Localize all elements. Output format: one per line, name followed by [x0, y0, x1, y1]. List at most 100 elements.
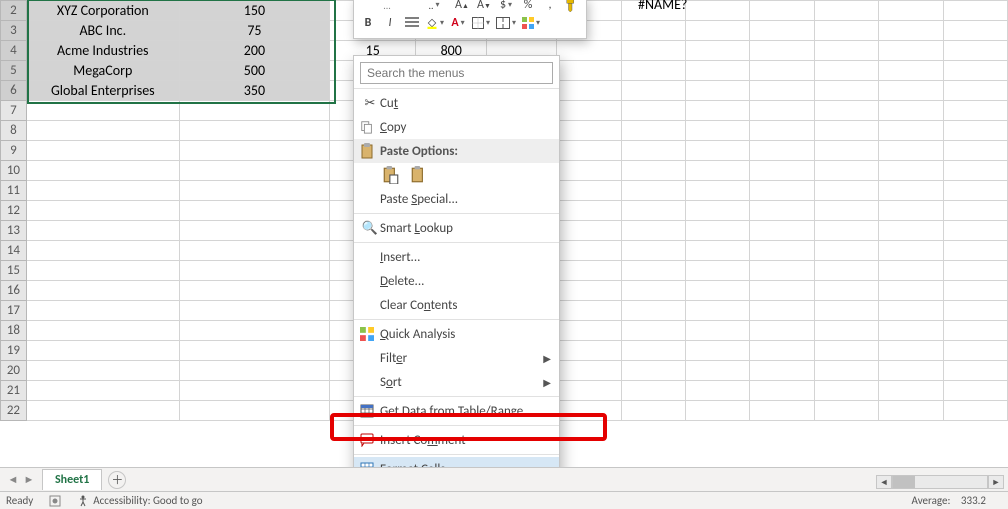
cell[interactable]: Acme Industries — [26, 41, 179, 61]
cell[interactable] — [621, 401, 685, 421]
menu-insert[interactable]: Insert... — [354, 245, 559, 269]
cell[interactable] — [750, 341, 814, 361]
cell[interactable] — [750, 81, 814, 101]
cell[interactable] — [943, 401, 1007, 421]
row-header[interactable]: 6 — [1, 81, 27, 101]
scroll-right-icon[interactable]: ► — [988, 475, 1004, 489]
cell[interactable] — [879, 241, 943, 261]
cell[interactable] — [557, 401, 621, 421]
cell[interactable] — [26, 401, 179, 421]
cell[interactable] — [621, 241, 685, 261]
cell[interactable] — [814, 341, 878, 361]
cell[interactable] — [686, 361, 750, 381]
row-header[interactable]: 12 — [1, 201, 27, 221]
cell[interactable] — [943, 341, 1007, 361]
cell[interactable]: MegaCorp — [26, 61, 179, 81]
row-header[interactable]: 21 — [1, 381, 27, 401]
cell[interactable] — [814, 321, 878, 341]
cell[interactable] — [26, 381, 179, 401]
cell[interactable] — [879, 101, 943, 121]
cell[interactable] — [750, 401, 814, 421]
cell[interactable] — [686, 241, 750, 261]
cell[interactable] — [879, 121, 943, 141]
cell[interactable] — [557, 381, 621, 401]
cell[interactable] — [814, 101, 878, 121]
cell[interactable] — [621, 81, 685, 101]
cell[interactable] — [943, 261, 1007, 281]
row-header[interactable]: 16 — [1, 281, 27, 301]
cell[interactable] — [179, 101, 329, 121]
menu-sort[interactable]: Sort ▶ — [354, 370, 559, 394]
cell[interactable] — [621, 281, 685, 301]
cell[interactable] — [557, 321, 621, 341]
cell[interactable] — [686, 261, 750, 281]
cell[interactable] — [621, 41, 685, 61]
cell[interactable] — [621, 21, 685, 41]
cell[interactable] — [557, 201, 621, 221]
menu-clear-contents[interactable]: Clear Contents — [354, 293, 559, 317]
cell[interactable] — [621, 341, 685, 361]
cell[interactable] — [26, 281, 179, 301]
cell[interactable] — [943, 201, 1007, 221]
accounting-format-icon[interactable]: $ — [498, 0, 514, 14]
bold-button[interactable]: B — [360, 14, 376, 32]
cell[interactable] — [943, 141, 1007, 161]
cell[interactable] — [879, 201, 943, 221]
sheet-nav-prev-icon[interactable]: ◄ — [6, 473, 20, 487]
cell[interactable] — [814, 41, 878, 61]
menu-copy[interactable]: Copy — [354, 115, 559, 139]
cell[interactable] — [179, 181, 329, 201]
row-header[interactable]: 8 — [1, 121, 27, 141]
cell[interactable] — [814, 201, 878, 221]
cell[interactable] — [750, 41, 814, 61]
cell[interactable] — [621, 381, 685, 401]
italic-button[interactable]: I — [382, 14, 398, 32]
increase-font-icon[interactable]: A▲ — [454, 0, 470, 14]
cell[interactable] — [750, 281, 814, 301]
cell[interactable] — [879, 281, 943, 301]
cell[interactable] — [879, 141, 943, 161]
font-color-icon[interactable]: A — [450, 14, 466, 32]
cell[interactable] — [879, 61, 943, 81]
cell[interactable] — [26, 201, 179, 221]
cell[interactable] — [26, 321, 179, 341]
conditional-format-icon[interactable] — [522, 14, 540, 32]
status-macro-icon[interactable] — [49, 495, 61, 507]
cell[interactable] — [686, 201, 750, 221]
cell[interactable] — [557, 261, 621, 281]
cell[interactable] — [879, 381, 943, 401]
cell[interactable] — [621, 141, 685, 161]
cell[interactable] — [686, 321, 750, 341]
cell[interactable] — [750, 201, 814, 221]
row-header[interactable]: 10 — [1, 161, 27, 181]
cell[interactable] — [26, 341, 179, 361]
decrease-font-icon[interactable]: A▼ — [476, 0, 492, 14]
cell[interactable] — [686, 381, 750, 401]
cell[interactable]: Global Enterprises — [26, 81, 179, 101]
cell[interactable] — [179, 341, 329, 361]
cell[interactable] — [621, 321, 685, 341]
row-header[interactable]: 20 — [1, 361, 27, 381]
cell[interactable] — [686, 101, 750, 121]
sheet-nav-next-icon[interactable]: ► — [22, 473, 36, 487]
cell[interactable] — [814, 361, 878, 381]
cell[interactable] — [814, 401, 878, 421]
cell[interactable] — [750, 321, 814, 341]
cell[interactable] — [814, 221, 878, 241]
cell[interactable] — [814, 161, 878, 181]
cell[interactable]: 75 — [179, 21, 329, 41]
cell[interactable] — [179, 301, 329, 321]
cell[interactable] — [557, 341, 621, 361]
cell[interactable] — [943, 321, 1007, 341]
row-header[interactable]: 22 — [1, 401, 27, 421]
borders-icon[interactable] — [472, 14, 490, 32]
cell[interactable] — [26, 241, 179, 261]
cell[interactable] — [26, 261, 179, 281]
menu-quick-analysis[interactable]: Quick Analysis — [354, 322, 559, 346]
cell[interactable] — [879, 81, 943, 101]
menu-search-input[interactable] — [360, 62, 553, 84]
cell[interactable] — [26, 161, 179, 181]
cell[interactable] — [179, 401, 329, 421]
cell[interactable] — [179, 381, 329, 401]
font-size-dropdown[interactable]: .. — [420, 0, 448, 14]
